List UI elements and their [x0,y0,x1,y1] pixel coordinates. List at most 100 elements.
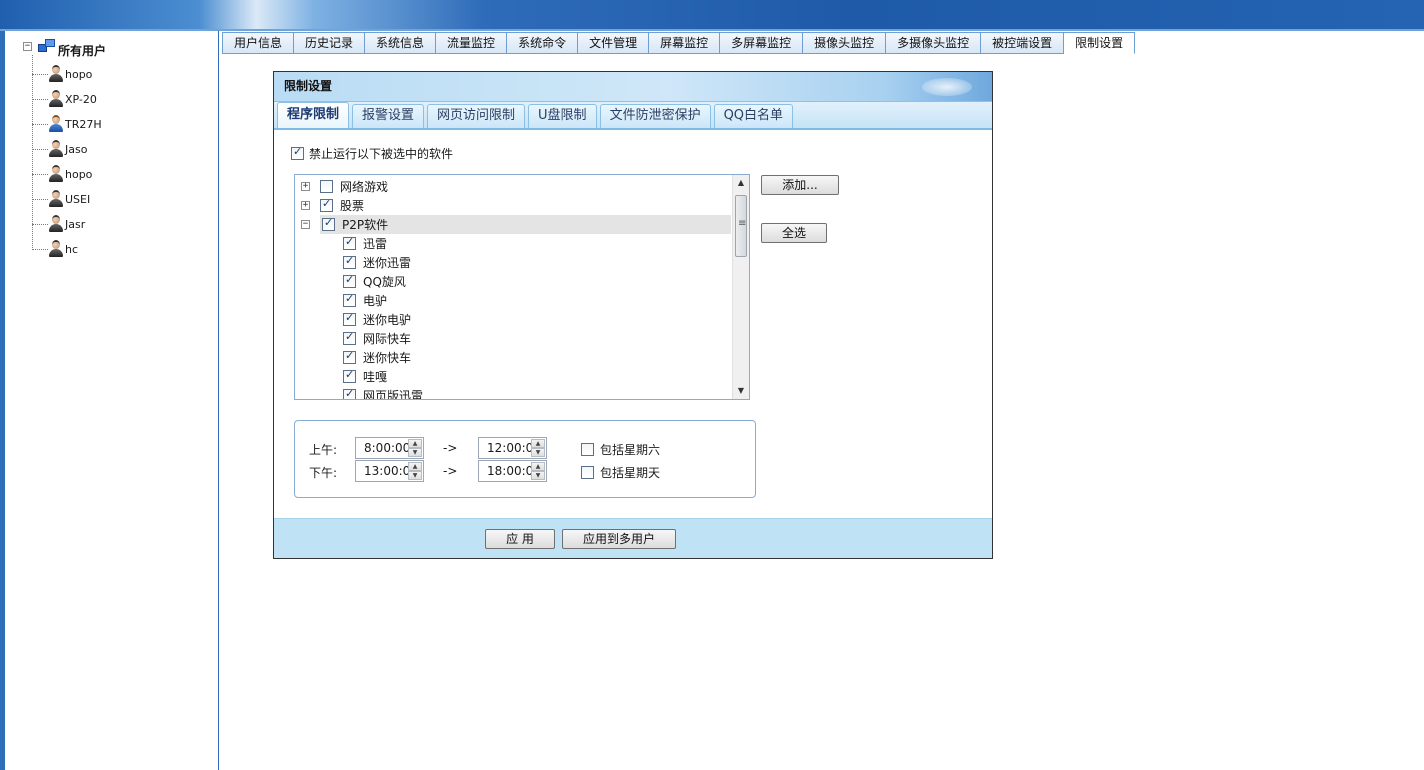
scroll-up-icon[interactable]: ▲ [733,175,749,191]
software-item-row[interactable]: 网页版迅雷 [343,386,423,399]
tab-web-access-restriction[interactable]: 网页访问限制 [427,104,526,128]
software-group-row[interactable]: + 股票 [301,196,731,215]
software-item-row[interactable]: 电驴 [343,291,387,310]
tab-file-management[interactable]: 文件管理 [578,32,650,54]
tab-system-command[interactable]: 系统命令 [507,32,579,54]
ban-software-label: 禁止运行以下被选中的软件 [309,147,454,161]
list-scrollbar[interactable]: ▲ ▼ [732,175,749,399]
tree-root[interactable]: − 所有用户 [23,37,106,58]
software-label: 迷你迅雷 [363,256,412,270]
tab-qq-whitelist[interactable]: QQ白名单 [713,104,794,128]
tab-screen-monitor[interactable]: 屏幕监控 [649,32,721,54]
tab-history[interactable]: 历史记录 [294,32,366,54]
software-group-row[interactable]: + 网络游戏 [301,177,731,196]
tab-traffic-monitor[interactable]: 流量监控 [436,32,508,54]
software-label: 迷你电驴 [363,313,412,327]
tab-multi-camera-monitor[interactable]: 多摄像头监控 [886,32,982,54]
group-label: 网络游戏 [340,180,389,194]
tab-file-leak-protection[interactable]: 文件防泄密保护 [599,104,711,128]
include-sunday-checkbox[interactable] [581,466,594,479]
tree-item-user[interactable]: Jasr [32,214,85,234]
software-item-row[interactable]: 迅雷 [343,234,387,253]
am-start-time-field[interactable]: 8:00:00 ▲ ▼ [355,437,424,459]
software-item-row[interactable]: 网际快车 [343,329,411,348]
tab-multi-screen-monitor[interactable]: 多屏幕监控 [720,32,804,54]
software-checkbox[interactable] [343,368,356,383]
tree-item-user[interactable]: hopo [32,64,92,84]
tab-usb-restriction[interactable]: U盘限制 [528,104,597,128]
software-item-row[interactable]: 迷你电驴 [343,310,411,329]
expand-icon[interactable]: + [301,182,310,191]
spin-up-icon[interactable]: ▲ [531,462,545,471]
tab-alarm-settings[interactable]: 报警设置 [352,104,425,128]
user-name: Jasr [65,217,86,231]
tab-user-info[interactable]: 用户信息 [222,32,295,54]
pm-end-time-field[interactable]: 18:00:00 ▲ ▼ [478,460,547,482]
ban-software-option[interactable]: 禁止运行以下被选中的软件 [291,145,453,162]
apply-to-multiple-users-button[interactable]: 应用到多用户 [562,529,676,549]
group-checkbox[interactable] [320,197,333,212]
spin-down-icon[interactable]: ▼ [531,448,545,457]
spin-down-icon[interactable]: ▼ [408,471,422,480]
software-group-row[interactable]: − P2P软件 [301,215,731,234]
software-checkbox[interactable] [343,235,356,250]
tree-item-user-selected[interactable]: TR27H [32,114,102,134]
software-checkbox[interactable] [343,292,356,307]
tab-program-restriction[interactable]: 程序限制 [277,102,350,128]
software-checkbox[interactable] [343,387,356,399]
tab-camera-monitor[interactable]: 摄像头监控 [803,32,887,54]
software-item-row[interactable]: 迷你快车 [343,348,411,367]
selected-row-highlight: P2P软件 [319,215,731,234]
tab-client-settings[interactable]: 被控端设置 [981,32,1065,54]
tree-item-user[interactable]: XP-20 [32,89,97,109]
user-icon [48,190,64,208]
tree-item-user[interactable]: hopo [32,164,92,184]
include-saturday-checkbox[interactable] [581,443,594,456]
expand-icon[interactable]: + [301,201,310,210]
user-icon [48,140,64,158]
software-checkbox[interactable] [343,349,356,364]
spin-down-icon[interactable]: ▼ [408,448,422,457]
include-saturday-option[interactable]: 包括星期六 [581,441,660,458]
spin-up-icon[interactable]: ▲ [408,462,422,471]
time-restriction-group: 上午: 8:00:00 ▲ ▼ -> 12:00:00 ▲ ▼ 包括星期六 下午… [294,420,756,498]
software-item-row[interactable]: 迷你迅雷 [343,253,411,272]
am-range-arrow: -> [443,441,458,455]
scroll-thumb[interactable] [735,195,747,257]
apply-button[interactable]: 应 用 [485,529,555,549]
tree-item-user[interactable]: Jaso [32,139,87,159]
pm-start-time-field[interactable]: 13:00:00 ▲ ▼ [355,460,424,482]
user-icon [48,115,64,133]
spin-down-icon[interactable]: ▼ [531,471,545,480]
spin-up-icon[interactable]: ▲ [531,439,545,448]
user-tree-panel: − 所有用户 hopo XP-20 TR27H Jaso hopo USEI J… [5,31,219,770]
software-item-row[interactable]: QQ旋风 [343,272,406,291]
software-checkbox[interactable] [343,273,356,288]
am-end-time-field[interactable]: 12:00:00 ▲ ▼ [478,437,547,459]
include-sunday-option[interactable]: 包括星期天 [581,464,660,481]
user-name: hopo [65,67,93,81]
software-checkbox[interactable] [343,311,356,326]
pm-range-arrow: -> [443,464,458,478]
software-checkbox[interactable] [343,330,356,345]
tab-system-info[interactable]: 系统信息 [365,32,437,54]
tree-item-user[interactable]: hc [32,239,78,259]
collapse-icon[interactable]: − [301,220,310,229]
add-button[interactable]: 添加... [761,175,839,195]
software-checkbox[interactable] [343,254,356,269]
group-checkbox[interactable] [321,216,335,231]
spin-up-icon[interactable]: ▲ [408,439,422,448]
tree-root-collapse-icon[interactable]: − [23,41,32,51]
software-tree-list[interactable]: + 网络游戏 + 股票 − P2P软件 迅雷 迷你迅雷 QQ旋风 [294,174,750,400]
group-checkbox[interactable] [320,180,333,193]
user-icon [48,90,64,108]
software-label: 哇嘎 [363,370,388,384]
user-name: Jaso [65,142,88,156]
scroll-down-icon[interactable]: ▼ [733,383,749,399]
tab-restriction-settings[interactable]: 限制设置 [1064,32,1136,54]
ban-software-checkbox[interactable] [291,145,304,160]
software-item-row[interactable]: 哇嘎 [343,367,387,386]
tree-item-user[interactable]: USEI [32,189,90,209]
software-label: 迅雷 [363,237,388,251]
select-all-button[interactable]: 全选 [761,223,827,243]
